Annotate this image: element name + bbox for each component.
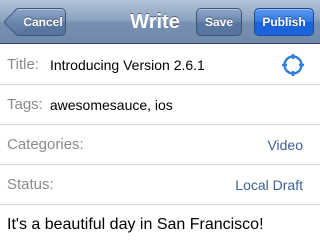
categories-row[interactable]: Categories: Video: [0, 125, 320, 165]
cancel-button-label: Cancel: [23, 15, 63, 29]
categories-value: Video: [267, 136, 303, 153]
status-label: Status:: [7, 176, 54, 193]
page-title: Write: [130, 10, 180, 33]
status-value: Local Draft: [235, 176, 303, 193]
save-button[interactable]: Save: [196, 8, 242, 36]
crosshair-icon[interactable]: [281, 53, 305, 77]
post-content-editor[interactable]: It's a beautiful day in San Francisco!: [7, 216, 317, 234]
title-row[interactable]: Title: Introducing Version 2.6.1: [0, 45, 320, 85]
publish-button[interactable]: Publish: [254, 8, 314, 36]
navigation-bar: Cancel Write Save Publish: [0, 0, 320, 44]
status-row[interactable]: Status: Local Draft: [0, 165, 320, 205]
tags-field[interactable]: awesomesauce, ios: [50, 97, 173, 113]
tags-row[interactable]: Tags: awesomesauce, ios: [0, 85, 320, 125]
tags-label: Tags:: [7, 96, 43, 113]
title-label: Title:: [7, 56, 39, 73]
cancel-button[interactable]: Cancel: [2, 7, 66, 37]
categories-label: Categories:: [7, 136, 84, 153]
title-field[interactable]: Introducing Version 2.6.1: [50, 57, 205, 73]
